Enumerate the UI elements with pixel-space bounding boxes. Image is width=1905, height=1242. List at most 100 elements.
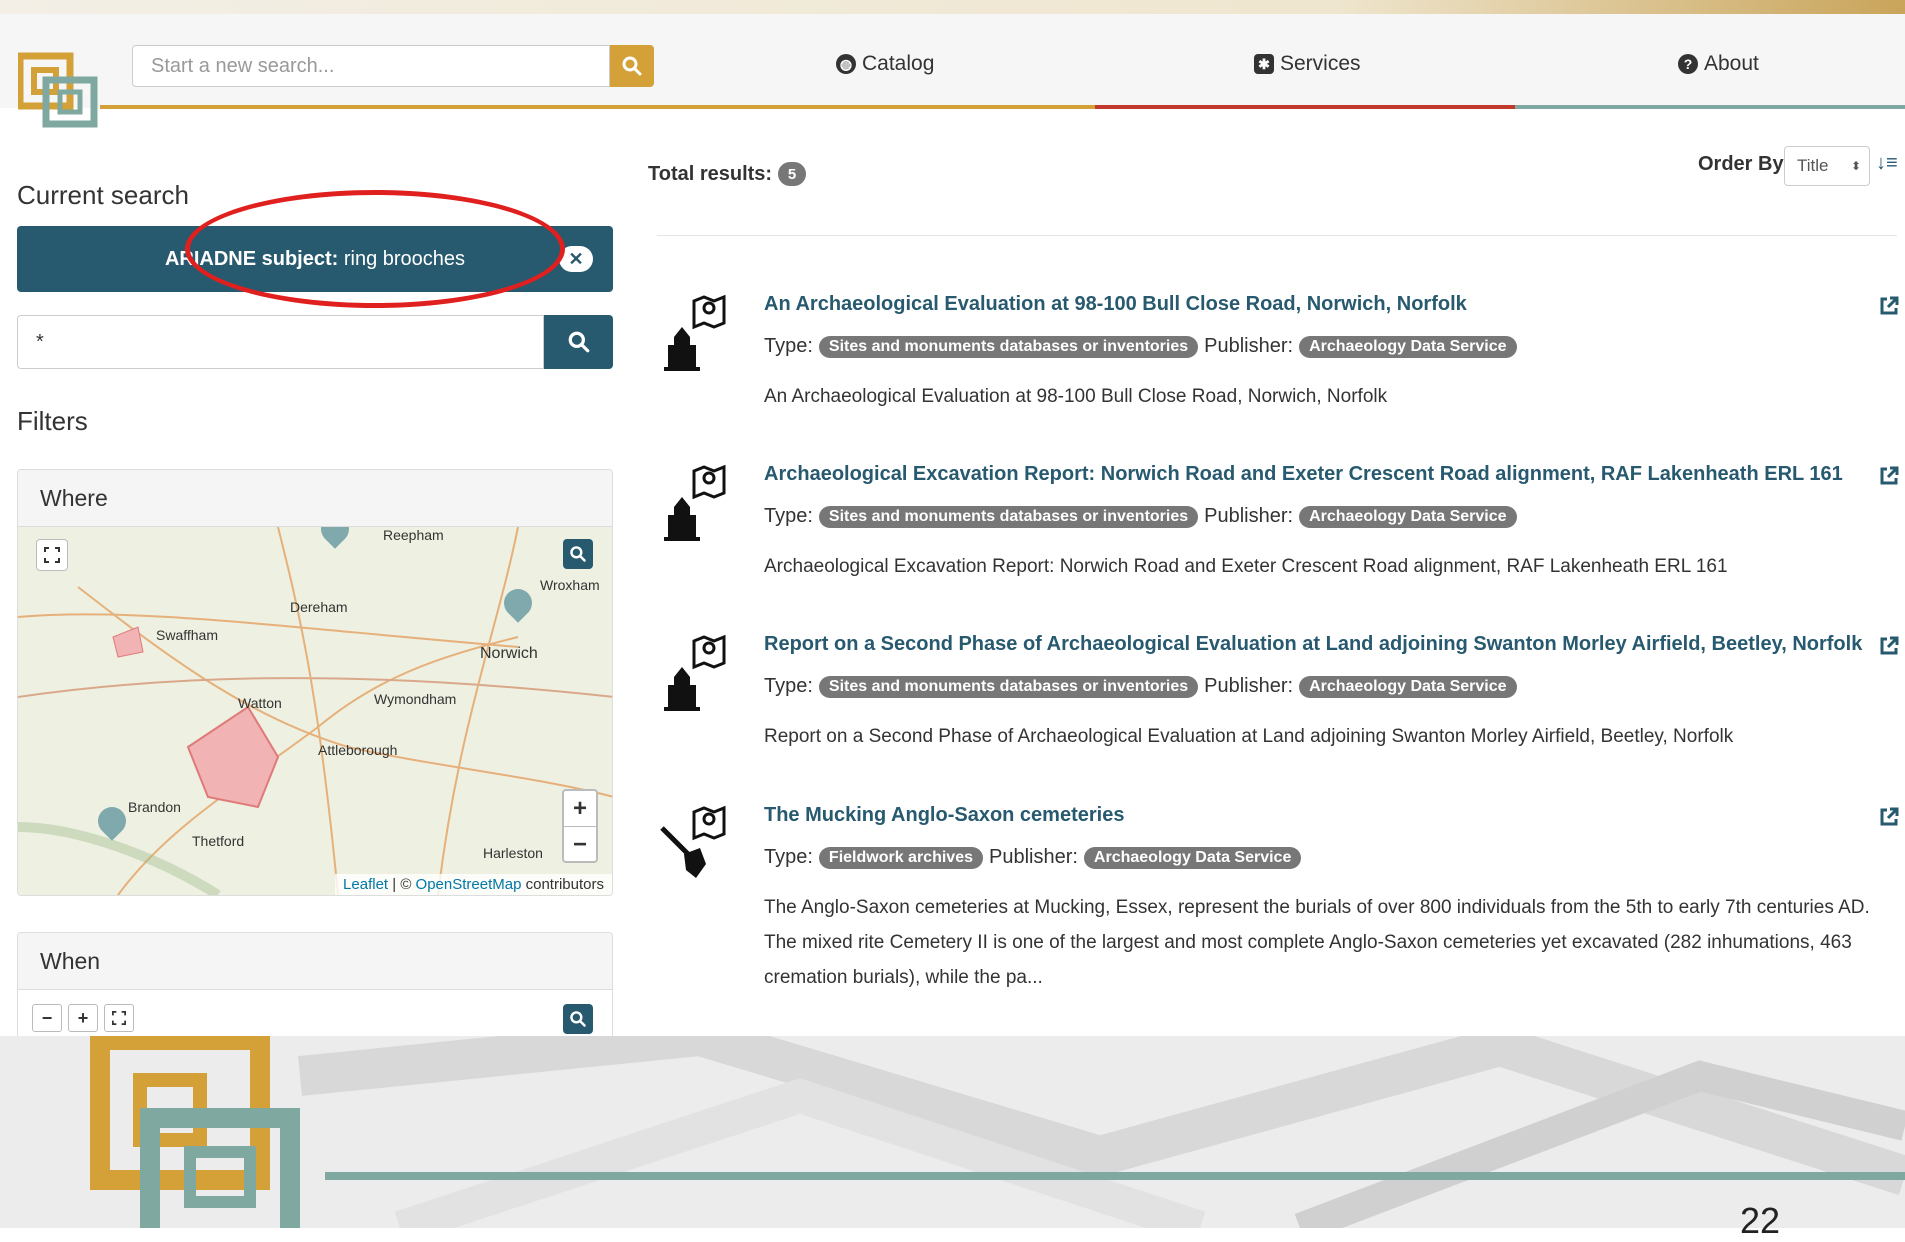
publisher-badge[interactable]: Archaeology Data Service <box>1083 846 1302 869</box>
map-town: Wroxham <box>540 577 600 593</box>
result-item: An Archaeological Evaluation at 98-100 B… <box>660 293 1900 413</box>
external-link-icon[interactable] <box>1878 295 1900 317</box>
result-title-link[interactable]: An Archaeological Evaluation at 98-100 B… <box>764 293 1467 316</box>
map-town: Reepham <box>383 527 444 543</box>
timeline-zoom-in-button[interactable]: + <box>68 1004 98 1032</box>
query-input[interactable]: * <box>17 315 544 369</box>
type-badge[interactable]: Fieldwork archives <box>818 846 983 869</box>
type-label: Type: <box>764 846 813 868</box>
nav-about-label: About <box>1704 52 1759 75</box>
when-panel: When − + <box>17 932 613 1036</box>
type-badge[interactable]: Sites and monuments databases or invento… <box>818 335 1199 358</box>
publisher-label: Publisher: <box>988 846 1078 868</box>
map-search-icon[interactable] <box>563 539 593 569</box>
result-meta: Type: Sites and monuments databases or i… <box>764 505 1517 528</box>
result-meta: Type: Fieldwork archives Publisher: Arch… <box>764 846 1302 869</box>
current-search-heading: Current search <box>17 180 189 210</box>
map-zoom-in-button[interactable]: + <box>564 791 596 827</box>
where-panel: Where Reepham Dereham Swaffham Norwich W… <box>17 469 613 896</box>
monument-map-icon <box>664 634 726 711</box>
timeline-search-icon[interactable] <box>563 1004 593 1034</box>
when-toolbar: − + <box>18 990 612 1036</box>
type-badge[interactable]: Sites and monuments databases or invento… <box>818 675 1199 698</box>
result-meta: Type: Sites and monuments databases or i… <box>764 335 1517 358</box>
type-badge[interactable]: Sites and monuments databases or invento… <box>818 505 1199 528</box>
result-title-link[interactable]: Archaeological Excavation Report: Norwic… <box>764 463 1843 486</box>
search-icon <box>622 56 642 76</box>
order-by-select[interactable]: Title ⬍ <box>1784 146 1870 186</box>
result-description: An Archaeological Evaluation at 98-100 B… <box>764 386 1388 407</box>
map-town: Harleston <box>483 845 543 861</box>
globe-icon: ◍ <box>836 54 856 74</box>
order-by-label: Order By <box>1698 153 1784 175</box>
type-label: Type: <box>764 675 813 697</box>
total-results: Total results: 5 <box>648 162 807 186</box>
slide-page-number: 22 <box>1740 1200 1781 1241</box>
leaflet-link[interactable]: Leaflet <box>343 876 388 893</box>
result-meta: Type: Sites and monuments databases or i… <box>764 675 1517 698</box>
monument-map-icon <box>664 464 726 541</box>
monument-map-icon <box>664 294 726 371</box>
map-town: Thetford <box>192 833 245 849</box>
publisher-label: Publisher: <box>1204 675 1294 697</box>
search-icon <box>568 331 589 353</box>
where-map[interactable]: Reepham Dereham Swaffham Norwich Wroxham… <box>18 527 612 895</box>
result-title-link[interactable]: The Mucking Anglo-Saxon cemeteries <box>764 804 1124 827</box>
highlight-annotation-oval <box>185 190 565 308</box>
nav-services[interactable]: ✱ Services <box>1254 52 1361 76</box>
openstreetmap-link[interactable]: OpenStreetMap <box>416 876 522 893</box>
nav-catalog[interactable]: ◍ Catalog <box>836 52 934 76</box>
order-by-value: Title <box>1797 156 1829 175</box>
nav-services-label: Services <box>1280 52 1361 75</box>
map-attribution: Leaflet | © OpenStreetMap contributors <box>335 874 612 895</box>
where-heading: Where <box>18 470 612 527</box>
publisher-label: Publisher: <box>1204 335 1294 357</box>
attribution-suffix: contributors <box>521 876 604 893</box>
result-description: The Anglo-Saxon cemeteries at Mucking, E… <box>764 897 1870 988</box>
nav-catalog-label: Catalog <box>862 52 935 75</box>
slide-footer-background <box>0 1036 1905 1228</box>
publisher-badge[interactable]: Archaeology Data Service <box>1299 675 1517 698</box>
map-town: Brandon <box>128 799 181 815</box>
new-search-button[interactable] <box>610 45 654 87</box>
external-link-icon[interactable] <box>1878 465 1900 487</box>
query-search-button[interactable] <box>544 315 613 369</box>
timeline-fullscreen-icon[interactable] <box>104 1004 134 1032</box>
type-label: Type: <box>764 505 813 527</box>
sort-direction-icon[interactable]: ↓≡ <box>1876 152 1898 175</box>
attribution-separator: | © <box>388 876 416 893</box>
publisher-label: Publisher: <box>1204 505 1294 527</box>
timeline-zoom-out-button[interactable]: − <box>32 1004 62 1032</box>
result-item: Archaeological Excavation Report: Norwic… <box>660 463 1900 583</box>
shovel-map-icon <box>660 805 726 878</box>
total-results-label: Total results: <box>648 162 773 185</box>
map-town: Dereham <box>290 599 348 615</box>
when-heading: When <box>18 933 612 990</box>
map-town: Watton <box>238 695 282 711</box>
publisher-badge[interactable]: Archaeology Data Service <box>1299 335 1517 358</box>
select-arrows-icon: ⬍ <box>1850 159 1861 173</box>
ariadne-logo[interactable] <box>18 50 102 130</box>
results-divider <box>657 235 1897 236</box>
nav-about[interactable]: ? About <box>1678 52 1759 76</box>
map-zoom-out-button[interactable]: − <box>564 827 596 862</box>
map-town: Attleborough <box>318 742 398 758</box>
question-circle-icon: ? <box>1678 54 1698 74</box>
new-search-input[interactable]: Start a new search... <box>132 45 610 87</box>
map-town: Swaffham <box>156 627 218 643</box>
result-item: Report on a Second Phase of Archaeologic… <box>660 633 1900 753</box>
map-town: Wymondham <box>374 691 457 707</box>
external-link-icon[interactable] <box>1878 635 1900 657</box>
external-link-icon[interactable] <box>1878 806 1900 828</box>
result-description: Report on a Second Phase of Archaeologic… <box>764 726 1734 747</box>
publisher-badge[interactable]: Archaeology Data Service <box>1299 505 1517 528</box>
labyrinth-pattern <box>90 1036 1905 1228</box>
filters-heading: Filters <box>17 406 88 436</box>
gear-icon: ✱ <box>1254 54 1274 74</box>
total-results-count: 5 <box>778 162 807 186</box>
map-roads <box>18 527 612 895</box>
result-title-link[interactable]: Report on a Second Phase of Archaeologic… <box>764 633 1862 656</box>
map-fullscreen-icon[interactable] <box>36 539 68 571</box>
result-description: Archaeological Excavation Report: Norwic… <box>764 556 1728 577</box>
navbar-underline <box>100 105 1905 109</box>
